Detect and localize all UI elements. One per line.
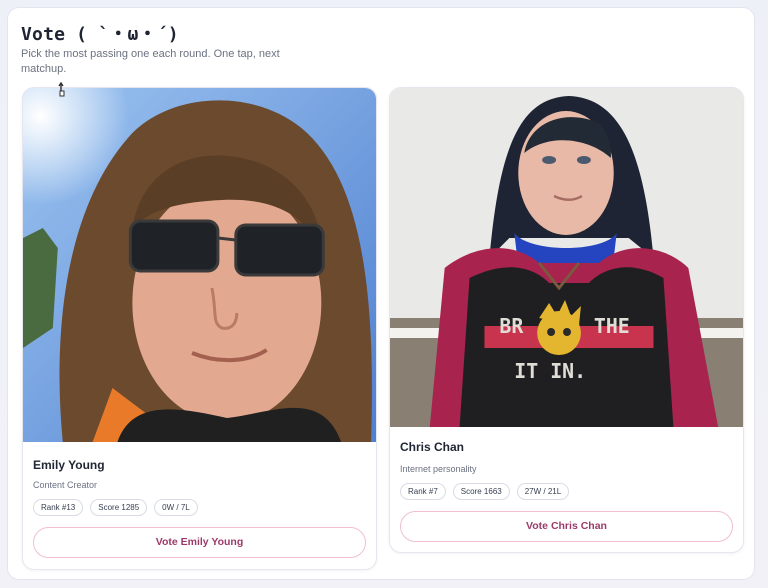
stats-chips: Rank #7 Score 1663 27W / 21L bbox=[400, 483, 570, 500]
rank-chip: Rank #7 bbox=[400, 483, 446, 500]
pointer-cursor-icon bbox=[58, 82, 65, 97]
shirt-text-2: THE bbox=[594, 314, 630, 338]
candidate-photo[interactable]: BR THE IT IN. bbox=[390, 88, 743, 427]
candidate-name: Chris Chan bbox=[400, 440, 465, 454]
candidate-name: Emily Young bbox=[33, 458, 105, 472]
candidate-card-left[interactable]: Emily Young Content Creator Rank #13 Sco… bbox=[22, 87, 377, 570]
shirt-text-1: BR bbox=[499, 314, 523, 338]
score-chip: Score 1285 bbox=[90, 499, 148, 516]
record-chip: 27W / 21L bbox=[516, 483, 570, 500]
candidate-role: Internet personality bbox=[400, 464, 477, 474]
stats-chips: Rank #13 Score 1285 0W / 7L bbox=[33, 499, 198, 516]
portrait-photo-right: BR THE IT IN. bbox=[390, 88, 743, 427]
candidate-role: Content Creator bbox=[33, 480, 98, 490]
rank-chip: Rank #13 bbox=[33, 499, 84, 516]
portrait-photo-left bbox=[23, 88, 376, 442]
page-title: Vote ( `・ω・´) bbox=[21, 24, 179, 45]
record-chip: 0W / 7L bbox=[154, 499, 198, 516]
vote-button-right[interactable]: Vote Chris Chan bbox=[400, 511, 733, 542]
vote-button-left[interactable]: Vote Emily Young bbox=[33, 527, 366, 558]
page-subtitle: Pick the most passing one each round. On… bbox=[21, 48, 280, 75]
shirt-text-3: IT IN. bbox=[514, 359, 586, 383]
score-chip: Score 1663 bbox=[452, 483, 510, 500]
candidate-card-right[interactable]: BR THE IT IN. Chris Chan Internet person… bbox=[389, 87, 744, 553]
candidate-photo[interactable] bbox=[23, 88, 376, 442]
